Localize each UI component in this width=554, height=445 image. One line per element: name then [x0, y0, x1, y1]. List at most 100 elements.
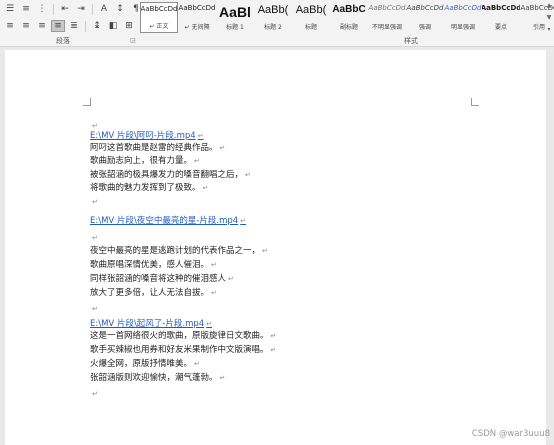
line-spacing-icon[interactable]: ↨	[90, 20, 104, 32]
justify-icon[interactable]: ≡	[51, 20, 65, 32]
more-styles-icon[interactable]: ▾	[547, 26, 550, 33]
paragraph-mark-icon: ↵	[92, 305, 98, 313]
hyperlink-line[interactable]: E:\MV 片段\阿叼-片段.mp4 ↵	[90, 130, 204, 142]
style-item[interactable]: AaBbC 副标题	[330, 2, 368, 33]
divider	[53, 3, 54, 15]
style-item[interactable]: AaBb( 标题	[292, 2, 330, 33]
style-name: 副标题	[339, 24, 358, 31]
borders-icon[interactable]: ⊞	[122, 20, 136, 32]
text-line: 歌手买辣椒也用券和好友米果制作中文版演唱。 ↵	[90, 344, 276, 356]
paragraph-mark-icon: ↵	[219, 144, 226, 152]
text-line: 将歌曲的魅力发挥到了极致。 ↵	[90, 182, 208, 194]
paragraph-mark-icon: ↵	[270, 346, 277, 354]
paragraph-tools-row-1: ☰ ≡ ⋮ ⇤ ⇥ A ↕ ¶	[3, 1, 143, 17]
paragraph-mark-icon: ↵	[197, 132, 204, 140]
line-text: 歌曲原唱深情优美，感人催泪。	[90, 260, 210, 270]
line-text: 歌手买辣椒也用券和好友米果制作中文版演唱。	[90, 345, 269, 355]
chevron-up-icon[interactable]: ▲	[547, 2, 552, 9]
align-right-icon[interactable]: ≡	[35, 20, 49, 32]
line-text: 同样张韶涵的嗓音将这种的催泪感人	[90, 274, 227, 284]
align-center-icon[interactable]: ≡	[19, 20, 33, 32]
paragraph-mark-icon: ↵	[211, 261, 217, 269]
paragraph-mark-icon: ↵	[202, 184, 209, 192]
line-text: 阿叼这首歌曲是赵雷的经典作品。	[90, 143, 218, 153]
style-preview: AaBbC	[332, 4, 366, 15]
style-name: ↵ 无间隔	[184, 24, 210, 31]
line-text: 被张韶涵的极具爆发力的嗓音翻唱之后，	[90, 170, 244, 180]
style-name: 标题 2	[264, 24, 282, 31]
paragraph-mark-icon: ↵	[245, 171, 251, 179]
paragraph-mark-icon: ↵	[240, 217, 247, 225]
text-line: 张韶涵版则欢迎愉快，潮气蓬勃。 ↵	[90, 372, 225, 384]
text-line: 被张韶涵的极具爆发力的嗓音翻唱之后， ↵	[90, 169, 251, 181]
style-preview: AaBbCcDd	[178, 4, 216, 12]
line-text: 张韶涵版则欢迎愉快，潮气蓬勃。	[90, 373, 218, 383]
chinese-layout-icon[interactable]: A	[97, 3, 111, 15]
distributed-icon[interactable]: ≣	[67, 20, 81, 32]
style-item[interactable]: AaBbCcDd 不明显强调	[368, 2, 406, 33]
margin-corner-top-left	[83, 98, 91, 106]
paragraph-dialog-launcher-icon[interactable]: ◲	[130, 37, 136, 44]
style-preview: AaBbCcDd	[140, 5, 178, 13]
hyperlink-line[interactable]: E:\MV 片段\起风了-片段.mp4 ↵	[90, 318, 212, 330]
line-text: 夜空中最亮的星是逃跑计划的代表作品之一，	[90, 246, 261, 256]
sort-icon[interactable]: ↕	[113, 3, 127, 15]
shading-icon[interactable]: ◧	[106, 20, 120, 32]
text-line: 放大了更多倍，让人无法自拔。 ↵	[90, 287, 217, 299]
style-name: 不明显强调	[371, 24, 402, 31]
align-left-icon[interactable]: ≡	[3, 20, 17, 32]
style-name: 标题	[304, 24, 317, 31]
paragraph-mark-icon: ↵	[92, 234, 98, 242]
document-page[interactable]: ↵ E:\MV 片段\阿叼-片段.mp4 ↵ 阿叼这首歌曲是赵雷的经典作品。 ↵ 歌曲励志…	[5, 50, 546, 445]
bullets-icon[interactable]: ☰	[3, 3, 17, 15]
styles-gallery: AaBbCcDd ↵ 正文 AaBbCcDd ↵ 无间隔 AaBl 标题 1 AaBb(标题…	[140, 2, 554, 33]
paragraph-mark-icon: ↵	[219, 374, 226, 382]
paragraph-mark-icon: ↵	[194, 157, 200, 165]
style-name: 强调	[418, 24, 431, 31]
text-line: ↵	[90, 388, 98, 400]
paragraph-group-label: 段落	[56, 37, 70, 45]
text-line: ↵	[90, 303, 98, 315]
style-item[interactable]: AaBbCcDd 明显强调	[444, 2, 482, 33]
decrease-indent-icon[interactable]: ⇤	[58, 3, 72, 15]
numbering-icon[interactable]: ≡	[19, 3, 33, 15]
style-item[interactable]: AaBbCcDd 强调	[406, 2, 444, 33]
text-line: ↵	[90, 196, 98, 208]
paragraph-mark-icon: ↵	[270, 332, 277, 340]
hyperlink-line[interactable]: E:\MV 片段\夜空中最亮的星-片段.mp4 ↵	[90, 215, 246, 227]
line-text: 火爆全网，原版抒情唯美。	[90, 359, 193, 369]
style-preview: AaBb(	[257, 4, 289, 16]
text-line: 歌曲励志向上，很有力量。 ↵	[90, 155, 200, 167]
style-item[interactable]: AaBl 标题 1	[216, 2, 254, 33]
divider	[85, 20, 86, 32]
paragraph-mark-icon: ↵	[92, 390, 98, 398]
style-preview: AaBb(	[295, 4, 327, 16]
style-name: 明显强调	[450, 24, 475, 31]
text-line: 同样张韶涵的嗓音将这种的催泪感人 ↵	[90, 273, 234, 285]
increase-indent-icon[interactable]: ⇥	[74, 3, 88, 15]
style-preview: AaBbCcDd	[444, 4, 482, 12]
text-line: 歌曲原唱深情优美，感人催泪。 ↵	[90, 259, 217, 271]
style-item[interactable]: AaBbCcDd 要点	[482, 2, 520, 33]
paragraph-mark-icon: ↵	[211, 289, 217, 297]
paragraph-mark-icon: ↵	[228, 275, 234, 283]
style-item[interactable]: AaBbCcDd ↵ 无间隔	[178, 2, 216, 33]
style-item[interactable]: AaBbCcDd ↵ 正文	[140, 2, 178, 33]
hyperlink-text[interactable]: E:\MV 片段\阿叼-片段.mp4	[90, 131, 196, 141]
style-item[interactable]: AaBb( 标题 2	[254, 2, 292, 33]
text-line: 阿叼这首歌曲是赵雷的经典作品。 ↵	[90, 142, 225, 154]
divider	[92, 3, 93, 15]
paragraph-mark-icon: ↵	[262, 247, 268, 255]
chevron-down-icon[interactable]: ▼	[547, 14, 552, 21]
style-preview: AaBbCcDd	[406, 4, 444, 12]
styles-gallery-scroll[interactable]: ▲ ▼ ▾	[545, 2, 553, 33]
hyperlink-text[interactable]: E:\MV 片段\起风了-片段.mp4	[90, 319, 204, 329]
style-name: 要点	[494, 24, 507, 31]
line-text: 放大了更多倍，让人无法自拔。	[90, 288, 210, 298]
style-preview: AaBbCcDd	[482, 4, 520, 12]
ribbon: ☰ ≡ ⋮ ⇤ ⇥ A ↕ ¶ ≡ ≡ ≡ ≡ ≣ ↨ ◧ ⊞ 段落 ◲ AaB…	[0, 0, 554, 47]
style-preview: AaBl	[219, 4, 251, 20]
line-text: 将歌曲的魅力发挥到了极致。	[90, 183, 201, 193]
multilevel-list-icon[interactable]: ⋮	[35, 3, 49, 15]
hyperlink-text[interactable]: E:\MV 片段\夜空中最亮的星-片段.mp4	[90, 216, 238, 226]
